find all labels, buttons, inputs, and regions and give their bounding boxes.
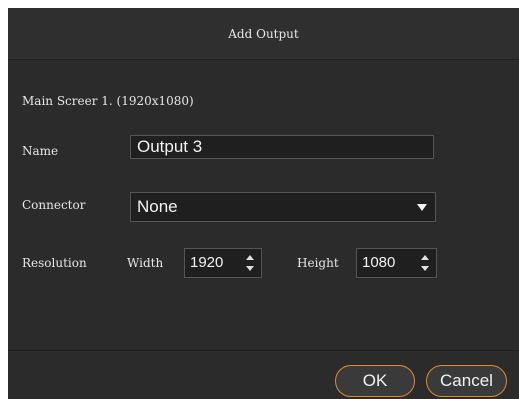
footer-divider bbox=[8, 350, 519, 351]
dialog-title: Add Output bbox=[8, 8, 519, 60]
width-spinbox[interactable]: 1920 bbox=[184, 248, 262, 278]
ok-button[interactable]: OK bbox=[335, 365, 415, 397]
height-label: Height bbox=[297, 256, 339, 270]
width-stepper[interactable] bbox=[245, 253, 255, 273]
connector-label: Connector bbox=[22, 198, 86, 212]
screen-info: Main Screer 1. (1920x1080) bbox=[22, 94, 194, 108]
height-value: 1080 bbox=[362, 254, 396, 271]
resolution-label: Resolution bbox=[22, 256, 87, 270]
increment-icon[interactable] bbox=[246, 255, 254, 260]
add-output-dialog: Add Output Main Screer 1. (1920x1080) Na… bbox=[8, 8, 519, 399]
height-stepper[interactable] bbox=[420, 253, 430, 273]
width-value: 1920 bbox=[190, 254, 224, 271]
increment-icon[interactable] bbox=[421, 255, 429, 260]
name-input[interactable]: Output 3 bbox=[130, 135, 434, 159]
connector-value: None bbox=[137, 197, 178, 216]
decrement-icon[interactable] bbox=[246, 266, 254, 271]
width-label: Width bbox=[127, 256, 164, 270]
cancel-button[interactable]: Cancel bbox=[426, 365, 507, 397]
name-label: Name bbox=[22, 144, 59, 158]
height-spinbox[interactable]: 1080 bbox=[356, 248, 437, 278]
decrement-icon[interactable] bbox=[421, 266, 429, 271]
connector-select[interactable]: None bbox=[130, 192, 436, 222]
chevron-down-icon[interactable] bbox=[417, 204, 427, 211]
